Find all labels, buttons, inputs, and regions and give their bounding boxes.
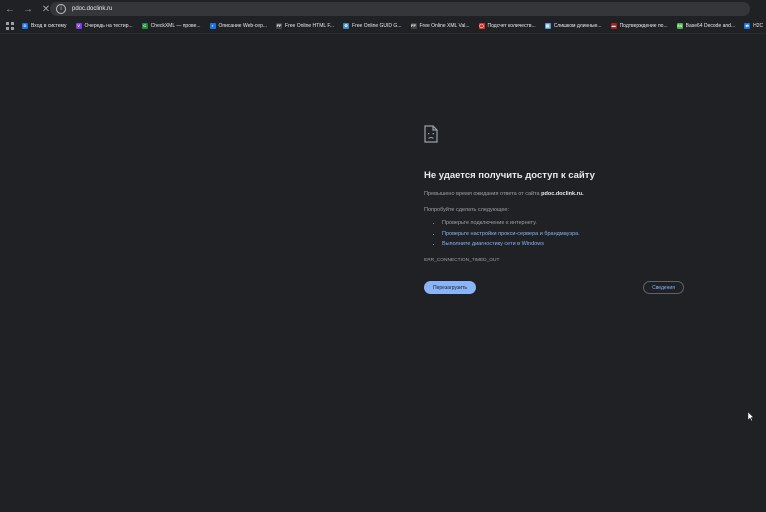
address-bar[interactable]: i pdoc.doclink.ru bbox=[50, 2, 750, 16]
bookmark-label: Слишком длинные... bbox=[553, 22, 602, 29]
error-description: Превышено время ожидания ответа от сайта… bbox=[424, 191, 704, 197]
bookmark-favicon-icon: ▤ bbox=[544, 22, 551, 29]
suggestion-proxy-firewall-link[interactable]: Проверьте настройки прокси-сервера и бра… bbox=[442, 229, 704, 240]
bookmark-label: Free Online HTML F... bbox=[285, 22, 335, 29]
bookmark-item[interactable]: D Вход в систему bbox=[22, 22, 67, 29]
bookmark-label: Описание Web-сер... bbox=[218, 22, 268, 29]
suggestion-check-connection: Проверьте подключение к интернету. bbox=[442, 218, 704, 229]
bookmark-favicon-icon: ⇄ bbox=[744, 22, 751, 29]
bookmark-item[interactable]: C CheckXML — прове... bbox=[141, 22, 201, 29]
bookmark-label: Free Online GUID G... bbox=[352, 22, 402, 29]
error-code: ERR_CONNECTION_TIMED_OUT bbox=[424, 257, 500, 263]
suggestions-heading: Попробуйте сделать следующее: bbox=[424, 207, 509, 213]
reload-button[interactable]: Перезагрузить bbox=[424, 281, 476, 294]
back-button[interactable]: ← bbox=[2, 1, 18, 17]
bookmark-favicon-icon: FF bbox=[276, 22, 283, 29]
bookmark-label: Подтверждение по... bbox=[619, 22, 668, 29]
bookmark-item[interactable]: FF Free Online XML Val... bbox=[410, 22, 470, 29]
bookmark-label: CheckXML — прове... bbox=[150, 22, 201, 29]
bookmark-item[interactable]: ◯ Подсчет количеств... bbox=[478, 22, 536, 29]
bookmark-favicon-icon: ◯ bbox=[478, 22, 485, 29]
address-bar-url: pdoc.doclink.ru bbox=[72, 6, 113, 12]
apps-grid-icon[interactable] bbox=[6, 21, 14, 30]
bookmark-label: Подсчет количеств... bbox=[487, 22, 536, 29]
error-host: pdoc.doclink.ru. bbox=[541, 191, 584, 197]
bookmark-item[interactable]: FF Free Online HTML F... bbox=[276, 22, 335, 29]
bookmark-item[interactable]: ⚙ Free Online GUID G... bbox=[343, 22, 402, 29]
browser-toolbar: ← → ✕ i pdoc.doclink.ru bbox=[0, 0, 766, 18]
sad-page-icon bbox=[424, 125, 438, 143]
bookmark-item[interactable]: V Очередь на тестир... bbox=[75, 22, 133, 29]
error-title: Не удается получить доступ к сайту bbox=[424, 170, 595, 181]
bookmark-item[interactable]: ▤ Слишком длинные... bbox=[544, 22, 602, 29]
bookmark-favicon-icon: ▬ bbox=[610, 22, 617, 29]
bookmark-favicon-icon: V bbox=[75, 22, 82, 29]
bookmark-item[interactable]: 64 Base64 Decode and... bbox=[676, 22, 736, 29]
error-description-text: Превышено время ожидания ответа от сайта bbox=[424, 191, 542, 197]
site-info-icon[interactable]: i bbox=[56, 4, 66, 14]
bookmark-label: H2C bbox=[753, 22, 764, 29]
error-content: Не удается получить доступ к сайту Превы… bbox=[424, 125, 704, 263]
details-button[interactable]: Сведения bbox=[643, 281, 684, 294]
bookmark-label: Base64 Decode and... bbox=[685, 22, 736, 29]
bookmark-favicon-icon: 64 bbox=[676, 22, 683, 29]
bookmark-item[interactable]: ▬ Подтверждение по... bbox=[610, 22, 668, 29]
suggestion-network-diagnostics-link[interactable]: Выполните диагностику сети в Windows bbox=[442, 239, 704, 250]
bookmark-favicon-icon: FF bbox=[410, 22, 417, 29]
arrow-right-icon: → bbox=[23, 3, 33, 15]
suggestions-list: Проверьте подключение к интернету. Прове… bbox=[424, 218, 704, 250]
arrow-left-icon: ← bbox=[5, 3, 15, 15]
close-icon: ✕ bbox=[41, 3, 51, 15]
forward-button[interactable]: → bbox=[20, 1, 36, 17]
bookmarks-bar: D Вход в систему V Очередь на тестир... C Che… bbox=[0, 18, 766, 34]
bookmark-favicon-icon: C bbox=[141, 22, 148, 29]
mouse-cursor-icon bbox=[748, 412, 754, 421]
bookmark-favicon-icon: ◐ bbox=[209, 22, 216, 29]
bookmark-item[interactable]: ⇄ H2C bbox=[744, 22, 764, 29]
bookmark-favicon-icon: D bbox=[22, 22, 28, 29]
bookmark-label: Free Online XML Val... bbox=[419, 22, 470, 29]
bookmark-label: Вход в систему bbox=[31, 22, 67, 29]
bookmark-favicon-icon: ⚙ bbox=[343, 22, 350, 29]
bookmark-label: Очередь на тестир... bbox=[84, 22, 133, 29]
bookmark-item[interactable]: ◐ Описание Web-сер... bbox=[209, 22, 268, 29]
